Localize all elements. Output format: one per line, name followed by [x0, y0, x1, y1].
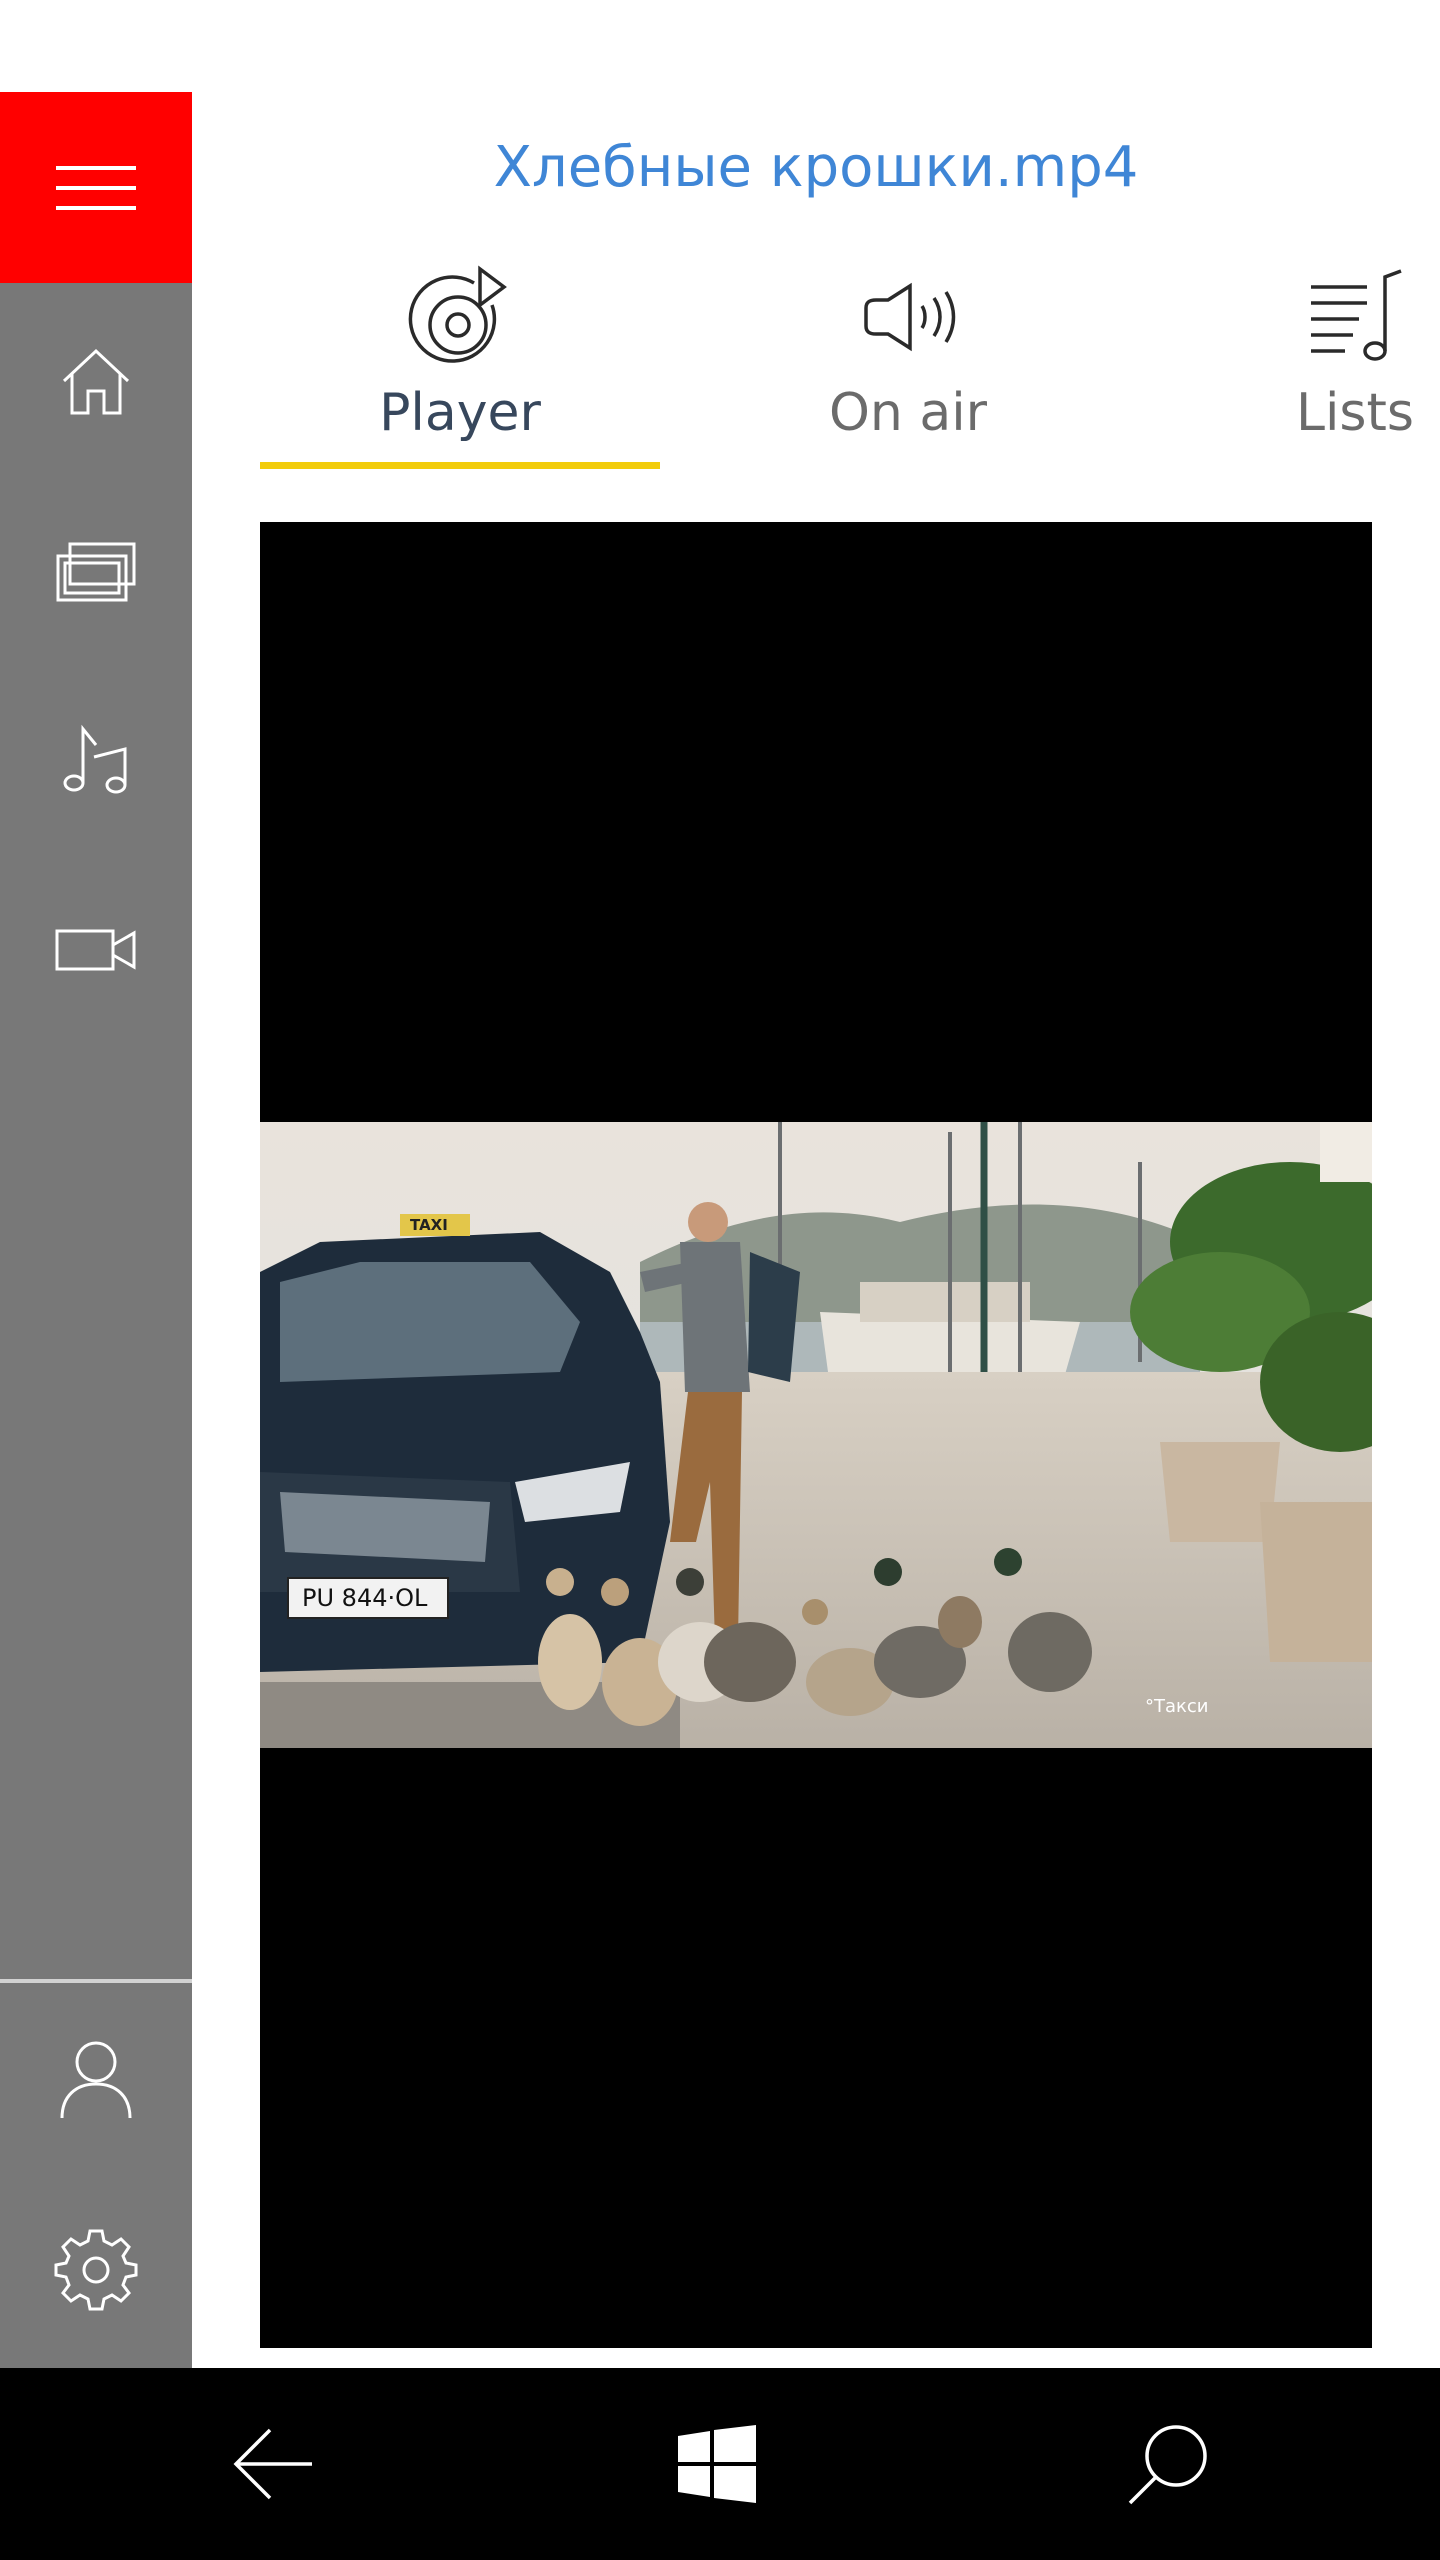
navigation-rail — [0, 92, 192, 2368]
active-tab-indicator — [260, 462, 660, 469]
nav-gallery-button[interactable] — [0, 497, 192, 647]
nav-account-button[interactable] — [0, 2005, 192, 2155]
music-note-icon — [63, 724, 127, 794]
tab-player[interactable]: Player — [300, 262, 620, 472]
hamburger-menu-button[interactable] — [0, 92, 192, 283]
nav-video-button[interactable] — [0, 875, 192, 1025]
tab-on-air[interactable]: On air — [748, 262, 1068, 472]
search-icon — [1128, 2425, 1207, 2505]
windows-logo-icon — [678, 2425, 756, 2503]
search-button[interactable] — [1068, 2368, 1268, 2560]
home-icon — [62, 348, 130, 415]
video-player[interactable]: PU 844·OL TAXI °Такси — [260, 522, 1372, 2348]
back-button[interactable] — [172, 2368, 372, 2560]
tab-player-label: Player — [379, 383, 541, 443]
back-arrow-icon — [233, 2428, 312, 2500]
nav-home-button[interactable] — [0, 308, 192, 458]
app-window: Хлебные крошки.mp4 Player On air Lists P… — [0, 0, 1440, 2560]
video-subtitle: °Такси — [1145, 1696, 1209, 1717]
taxi-sign: TAXI — [410, 1216, 448, 1234]
person-icon — [60, 2041, 132, 2119]
video-camera-icon — [55, 929, 136, 971]
system-navigation-bar — [0, 2368, 1440, 2560]
video-frame: PU 844·OL TAXI °Такси — [260, 1122, 1372, 1748]
gear-icon — [54, 2229, 138, 2311]
disc-play-icon — [408, 265, 507, 363]
nav-music-button[interactable] — [0, 686, 192, 836]
tab-on-air-label: On air — [828, 383, 988, 443]
start-button[interactable] — [617, 2368, 817, 2560]
tab-lists[interactable]: Lists — [1280, 262, 1430, 472]
rail-divider — [0, 1979, 192, 1983]
hamburger-icon — [56, 165, 136, 210]
page-title: Хлебные крошки.mp4 — [493, 135, 1139, 200]
speaker-icon — [864, 282, 956, 352]
license-plate: PU 844·OL — [302, 1584, 428, 1612]
tab-lists-label: Lists — [1296, 383, 1414, 443]
photos-icon — [56, 542, 136, 602]
nav-settings-button[interactable] — [0, 2194, 192, 2344]
playlist-icon — [1311, 269, 1402, 361]
